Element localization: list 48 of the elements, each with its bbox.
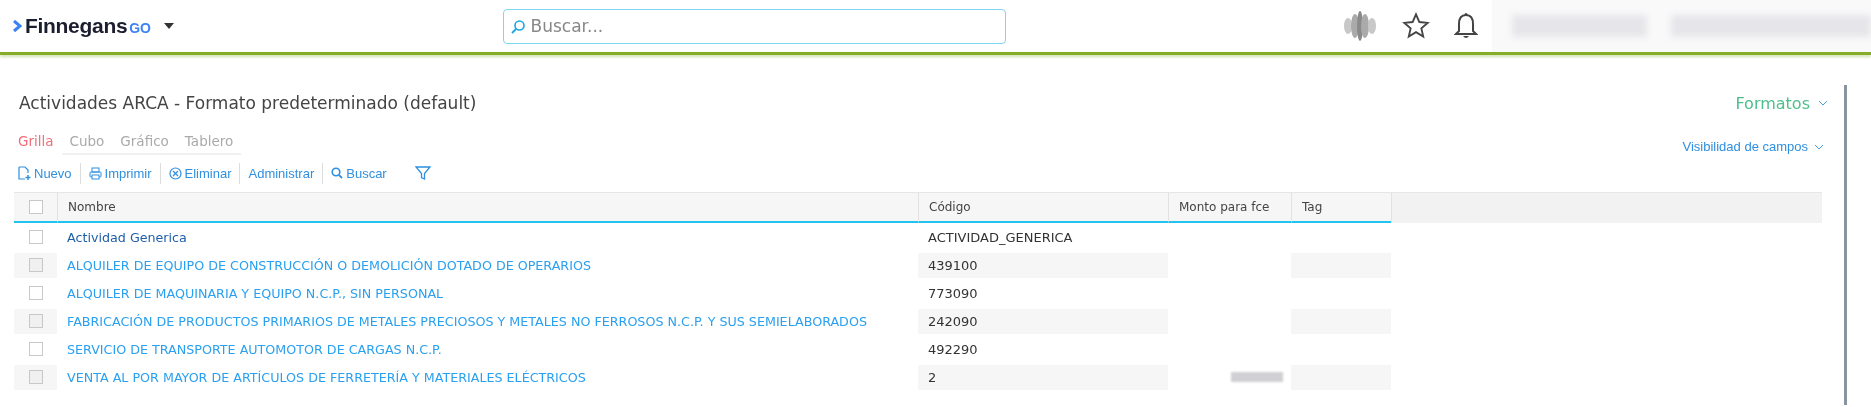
printer-icon [88, 166, 102, 180]
activity-link[interactable]: VENTA AL POR MAYOR DE ARTÍCULOS DE FERRETERÍA Y MATERIALES ELÉCTRICOS [67, 369, 586, 385]
caret-icon[interactable] [163, 23, 174, 29]
search-icon [331, 167, 344, 179]
row-checkbox[interactable] [28, 286, 43, 300]
table-cell-text: 773090 [927, 284, 979, 303]
row-checkbox[interactable] [28, 258, 43, 272]
table-cell-text: 492290 [927, 340, 979, 359]
table-cell: 242090 [918, 308, 1168, 334]
tab[interactable]: Tablero [176, 131, 242, 155]
app-icon[interactable] [1342, 11, 1378, 41]
activity-link[interactable]: ALQUILER DE MAQUINARIA Y EQUIPO N.C.P., SIN PERSONAL [67, 285, 444, 301]
delete-icon [168, 166, 182, 180]
tab[interactable]: Gráfico [112, 131, 177, 155]
field-visibility-dropdown[interactable]: Visibilidad de campos [1676, 138, 1830, 155]
formats-dropdown[interactable]: Formatos [1735, 93, 1828, 113]
activity-link[interactable]: Actividad Generica [67, 229, 187, 245]
row-checkbox[interactable] [28, 342, 43, 356]
page-title: Actividades ARCA - Formato predeterminado (default) [19, 93, 477, 113]
search-field[interactable]: Buscar... [502, 8, 1006, 44]
chevron-down-icon [1818, 100, 1828, 106]
tab[interactable]: Grilla [14, 131, 62, 155]
chevron-down-icon [1814, 143, 1824, 150]
row-checkbox[interactable] [28, 370, 43, 384]
star-icon[interactable] [1402, 12, 1430, 40]
toolbar-button[interactable]: Nuevo [14, 162, 80, 184]
row-checkbox[interactable] [28, 230, 43, 244]
column-header[interactable]: Código [918, 193, 1168, 223]
select-all-checkbox[interactable] [28, 200, 43, 214]
toolbar-button[interactable]: Buscar [322, 162, 395, 184]
toolbar-button[interactable]: Imprimir [79, 162, 160, 184]
column-header[interactable]: Nombre [57, 193, 918, 223]
bell-icon[interactable] [1454, 12, 1478, 40]
activity-link[interactable]: FABRICACIÓN DE PRODUCTOS PRIMARIOS DE METALES PRECIOSOS Y METALES NO FERROSOS N.C.P. Y SUS SEMIELABORADOS [67, 313, 867, 329]
tab[interactable]: Cubo [61, 131, 113, 155]
activity-link[interactable]: ALQUILER DE EQUIPO DE CONSTRUCCIÓN O DEMOLICIÓN DOTADO DE OPERARIOS [67, 257, 591, 273]
filter-icon[interactable] [414, 165, 431, 181]
activity-link[interactable]: SERVICIO DE TRANSPORTE AUTOMOTOR DE CARGAS N.C.P. [67, 341, 442, 357]
chevron-logo-icon [12, 19, 22, 33]
toolbar-button[interactable]: Administrar [239, 162, 323, 184]
column-header[interactable]: Monto para fce [1168, 193, 1291, 223]
row-checkbox[interactable] [28, 314, 43, 328]
table-cell-text: ACTIVIDAD_GENERICA [927, 228, 1074, 247]
table-cell: 2 [918, 364, 1168, 390]
new-document-icon [18, 166, 31, 180]
logo[interactable]: Finnegans GO [25, 14, 151, 38]
table-cell: 439100 [918, 252, 1168, 278]
toolbar-button[interactable]: Eliminar [159, 162, 240, 184]
